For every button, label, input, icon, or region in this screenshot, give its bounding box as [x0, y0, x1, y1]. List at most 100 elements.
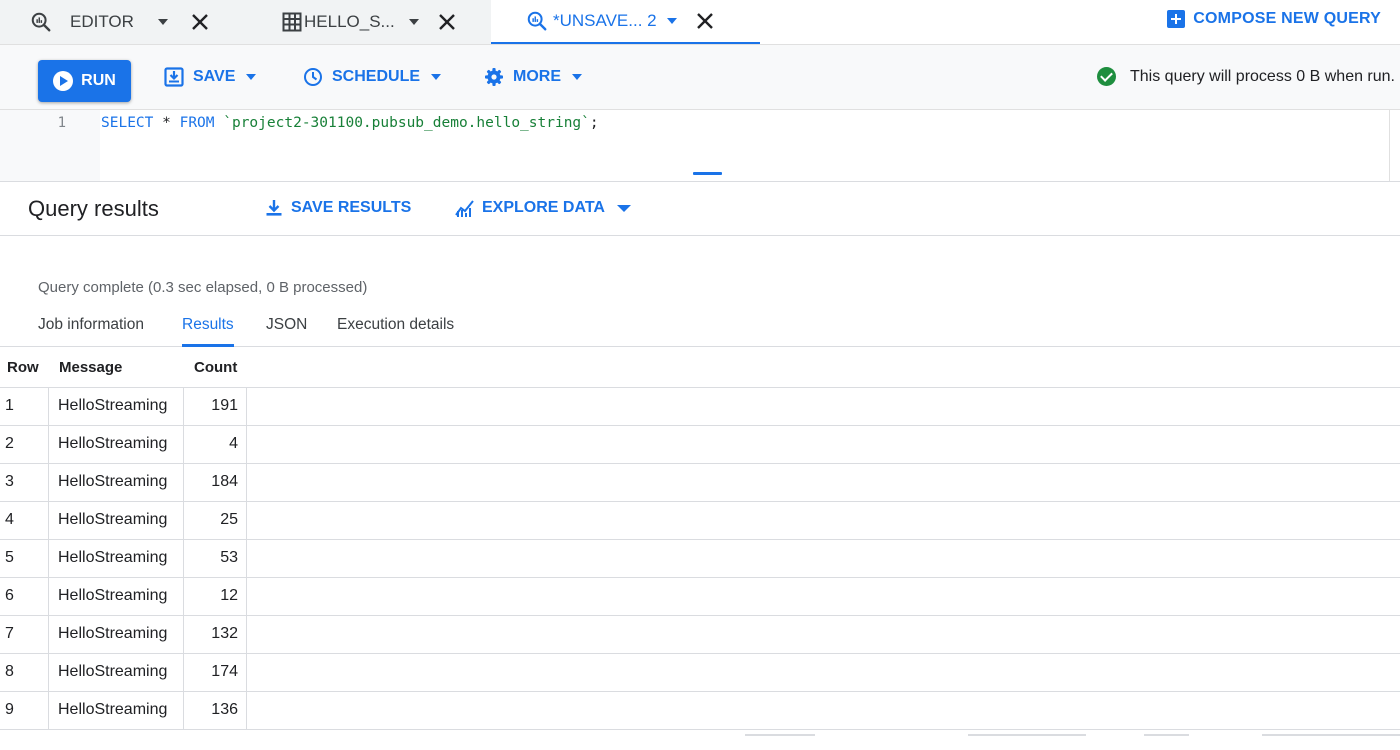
explore-data-button[interactable]: EXPLORE DATA	[455, 198, 631, 218]
save-button[interactable]: SAVE	[164, 67, 257, 87]
row-number-cell: 6	[5, 587, 14, 604]
divider	[1144, 734, 1189, 736]
results-tabs: Job information Results JSON Execution d…	[0, 310, 1400, 347]
table-row[interactable]: 3 HelloStreaming 184	[0, 464, 1400, 502]
compose-new-query-button[interactable]: COMPOSE NEW QUERY	[1167, 10, 1381, 28]
resize-handle[interactable]	[693, 172, 722, 175]
chevron-down-icon[interactable]	[408, 19, 419, 25]
row-number-cell: 5	[5, 549, 14, 566]
tab-hello-string[interactable]: HELLO_S...	[280, 0, 460, 44]
close-icon[interactable]	[694, 10, 716, 32]
table-icon	[280, 10, 304, 34]
results-title: Query results	[28, 196, 159, 221]
table-row[interactable]: 6 HelloStreaming 12	[0, 578, 1400, 616]
play-icon	[53, 71, 74, 91]
query-validator-status: This query will process 0 B when run.	[1097, 67, 1395, 86]
table-footer-edge	[0, 730, 1400, 750]
table-row[interactable]: 7 HelloStreaming 132	[0, 616, 1400, 654]
add-icon	[1167, 10, 1186, 28]
results-header: Query results SAVE RESULTS EXPLORE DATA	[0, 182, 1400, 236]
chart-icon	[455, 198, 475, 218]
tab-strip: EDITOR HELLO_S... *UNSAVE... 2	[0, 0, 760, 44]
download-icon	[264, 198, 284, 218]
close-icon[interactable]	[436, 11, 458, 33]
query-icon	[525, 9, 549, 33]
tab-label: EDITOR	[70, 12, 134, 31]
table-row[interactable]: 8 HelloStreaming 174	[0, 654, 1400, 692]
message-cell: HelloStreaming	[58, 663, 168, 680]
count-cell: 191	[211, 397, 238, 414]
check-circle-icon	[1097, 67, 1116, 86]
chevron-down-icon[interactable]	[666, 18, 677, 24]
star-token: *	[153, 115, 180, 131]
column-divider	[246, 388, 247, 740]
close-icon[interactable]	[190, 11, 210, 33]
query-complete-status: Query complete (0.3 sec elapsed, 0 B pro…	[38, 279, 368, 296]
chevron-down-icon	[431, 74, 442, 80]
row-number-cell: 1	[5, 397, 14, 414]
schedule-button[interactable]: SCHEDULE	[303, 67, 442, 87]
tab-editor[interactable]: EDITOR	[30, 0, 210, 44]
table-row[interactable]: 4 HelloStreaming 25	[0, 502, 1400, 540]
code-line[interactable]: SELECT * FROM `project2-301100.pubsub_de…	[101, 115, 599, 131]
tab-job-information[interactable]: Job information	[38, 316, 144, 347]
row-number-cell: 7	[5, 625, 14, 642]
column-divider	[183, 388, 184, 740]
editor-gutter: 1	[0, 110, 100, 181]
chevron-down-icon	[616, 204, 631, 212]
more-label: MORE	[513, 68, 561, 85]
keyword-from: FROM	[179, 115, 215, 131]
tab-results[interactable]: Results	[182, 316, 234, 347]
column-header-message: Message	[59, 359, 123, 376]
count-cell: 132	[211, 625, 238, 642]
line-number: 1	[57, 115, 66, 131]
table-reference: `project2-301100.pubsub_demo.hello_strin…	[214, 115, 590, 131]
message-cell: HelloStreaming	[58, 701, 168, 718]
semicolon-token: ;	[589, 115, 599, 131]
save-results-button[interactable]: SAVE RESULTS	[264, 198, 411, 218]
save-icon	[164, 67, 184, 87]
count-cell: 136	[211, 701, 238, 718]
row-number-cell: 4	[5, 511, 14, 528]
message-cell: HelloStreaming	[58, 397, 168, 414]
message-cell: HelloStreaming	[58, 549, 168, 566]
row-number-cell: 2	[5, 435, 14, 452]
run-label: RUN	[81, 72, 116, 89]
message-cell: HelloStreaming	[58, 587, 168, 604]
editor-scrollbar[interactable]	[1389, 110, 1390, 181]
query-toolbar: RUN SAVE SCHEDULE MORE This query will p…	[0, 44, 1400, 110]
count-cell: 25	[220, 511, 238, 528]
tab-unsaved-query[interactable]: *UNSAVE... 2	[491, 0, 760, 44]
tab-json[interactable]: JSON	[266, 316, 307, 347]
chevron-down-icon[interactable]	[157, 19, 168, 25]
explore-data-label: EXPLORE DATA	[482, 199, 605, 216]
tab-label: *UNSAVE... 2	[553, 11, 657, 30]
table-row[interactable]: 1 HelloStreaming 191	[0, 388, 1400, 426]
count-cell: 184	[211, 473, 238, 490]
tab-execution-details[interactable]: Execution details	[337, 316, 454, 347]
table-row[interactable]: 2 HelloStreaming 4	[0, 426, 1400, 464]
save-label: SAVE	[193, 68, 236, 85]
more-button[interactable]: MORE	[484, 67, 582, 87]
message-cell: HelloStreaming	[58, 511, 168, 528]
chevron-down-icon	[246, 74, 257, 80]
tab-label: HELLO_S...	[304, 12, 395, 31]
count-cell: 12	[220, 587, 238, 604]
row-number-cell: 3	[5, 473, 14, 490]
table-row[interactable]: 5 HelloStreaming 53	[0, 540, 1400, 578]
table-row[interactable]: 9 HelloStreaming 136	[0, 692, 1400, 730]
column-header-row: Row	[7, 359, 39, 376]
query-icon	[30, 10, 52, 34]
row-number-cell: 9	[5, 701, 14, 718]
gear-icon	[484, 67, 504, 87]
message-cell: HelloStreaming	[58, 625, 168, 642]
row-number-cell: 8	[5, 663, 14, 680]
divider	[745, 734, 815, 736]
message-cell: HelloStreaming	[58, 473, 168, 490]
save-results-label: SAVE RESULTS	[291, 199, 412, 216]
run-button[interactable]: RUN	[38, 60, 131, 102]
divider	[1262, 734, 1400, 736]
clock-icon	[303, 67, 323, 87]
count-cell: 53	[220, 549, 238, 566]
chevron-down-icon	[572, 74, 582, 80]
